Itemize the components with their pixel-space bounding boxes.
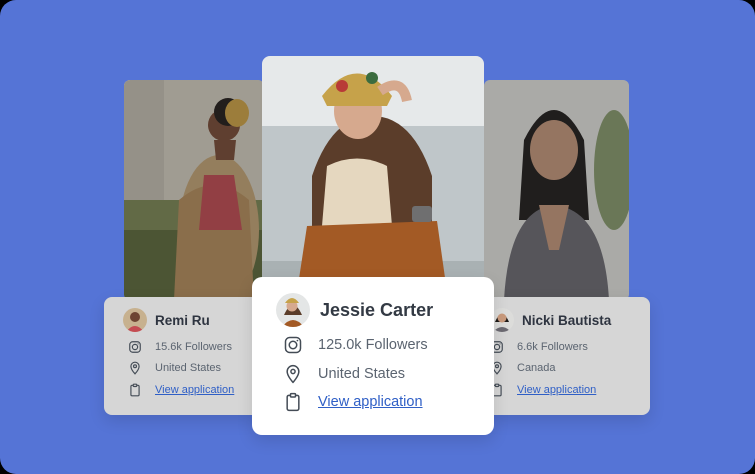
clipboard-icon [128, 383, 142, 397]
profile-card-nicki[interactable]: Nicki Bautista 6.6k Followers Canada Vie… [486, 297, 650, 415]
background-canvas: Remi Ru 15.6k Followers United States Vi… [0, 0, 755, 474]
profile-photo-nicki [484, 80, 629, 300]
location: United States [318, 366, 406, 382]
followers-row: 125.0k Followers [282, 335, 428, 355]
view-application-link[interactable]: View application [517, 384, 596, 396]
profile-card-jessie[interactable]: Jessie Carter 125.0k Followers United St… [252, 277, 494, 435]
application-row: View application [282, 392, 423, 412]
followers-row: 15.6k Followers [128, 340, 232, 354]
followers-count: 6.6k Followers [517, 341, 588, 353]
clipboard-icon [282, 392, 304, 412]
map-pin-icon [282, 364, 304, 384]
followers-count: 125.0k Followers [318, 337, 428, 353]
profile-name: Nicki Bautista [522, 312, 612, 328]
followers-row: 6.6k Followers [490, 340, 588, 354]
view-application-link[interactable]: View application [318, 394, 423, 410]
instagram-icon [282, 335, 304, 355]
profile-photo-jessie [262, 56, 484, 292]
followers-count: 15.6k Followers [155, 341, 233, 353]
application-row: View application [490, 383, 596, 397]
application-row: View application [128, 383, 234, 397]
profile-name: Remi Ru [155, 312, 210, 328]
view-application-link[interactable]: View application [155, 384, 234, 396]
instagram-icon [128, 340, 142, 354]
location-row: Canada [490, 361, 556, 375]
avatar [123, 308, 147, 332]
location-row: United States [128, 361, 221, 375]
profile-photo-remi [124, 80, 264, 300]
avatar [276, 293, 310, 327]
profile-name: Jessie Carter [320, 299, 434, 320]
profile-card-remi[interactable]: Remi Ru 15.6k Followers United States Vi… [104, 297, 260, 415]
map-pin-icon [128, 361, 142, 375]
location: United States [155, 362, 222, 374]
location-row: United States [282, 364, 405, 384]
location: Canada [517, 362, 556, 374]
